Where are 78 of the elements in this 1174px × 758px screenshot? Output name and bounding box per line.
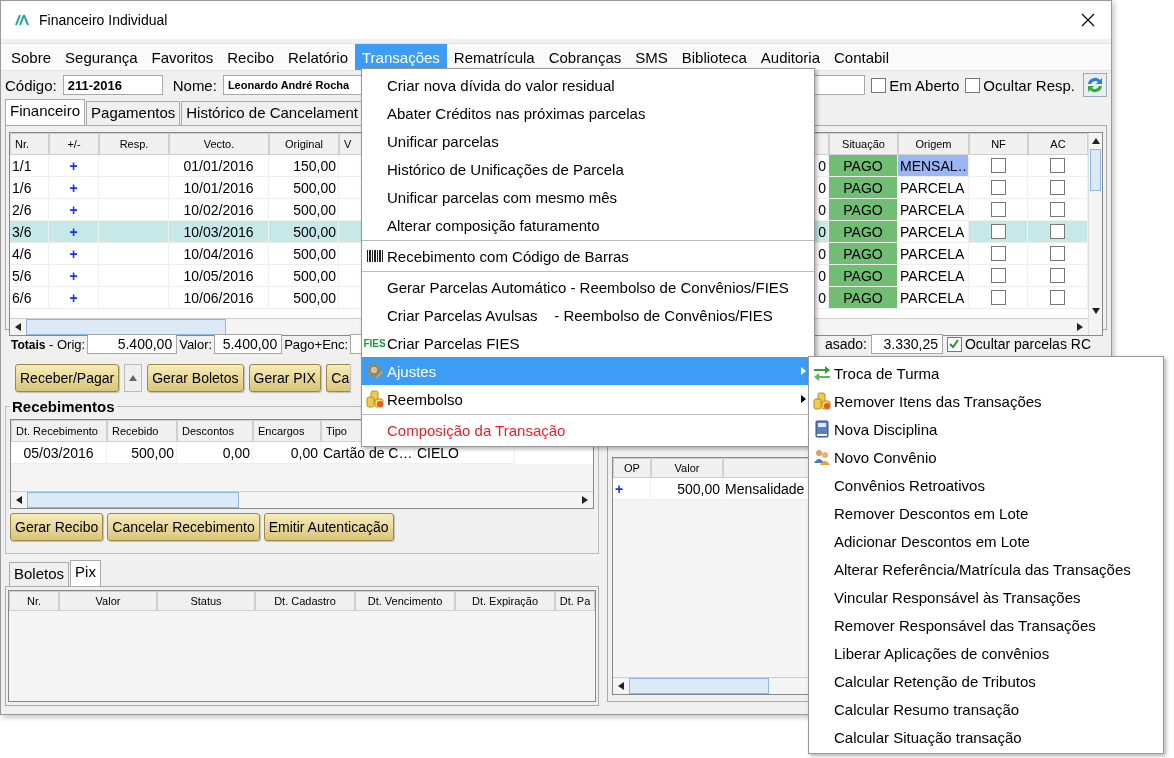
column-header: Dt. Pa <box>555 591 595 611</box>
column-header: Nr. <box>9 591 59 611</box>
column-header: Resp. <box>99 133 169 155</box>
table-cell: 500,00 <box>651 478 723 500</box>
field-label: Valor: <box>179 336 213 352</box>
plus-sign: + <box>613 478 651 500</box>
table-cell: 0,00 <box>253 442 321 464</box>
column-header: Vecto. <box>169 133 269 155</box>
status-cell: PAGO <box>829 155 898 177</box>
table-cell: 500,00 <box>269 177 339 199</box>
column-header: Valor <box>651 458 723 478</box>
table-cell: PARCELA <box>898 265 969 287</box>
table-cell: 500,00 <box>269 287 339 309</box>
status-cell: PAGO <box>829 243 898 265</box>
logo-text: FIES <box>363 337 386 349</box>
table-cell: 5/6 <box>10 265 49 287</box>
field-label: Totais - Orig: <box>11 336 86 352</box>
column-header: Encargos <box>253 420 321 442</box>
field-label: Pago+Enc: <box>284 336 349 352</box>
column-header: Dt. Cadastro <box>255 591 355 611</box>
table-cell: 10/06/2016 <box>169 287 269 309</box>
column-header: Dt. Recebimento <box>11 420 107 442</box>
column-header: Situação <box>829 133 898 155</box>
plus-sign: + <box>49 177 99 199</box>
column-header: AC <box>1028 133 1088 155</box>
table-cell: 05/03/2016 <box>11 442 107 464</box>
plus-sign: + <box>49 265 99 287</box>
table-cell: PARCELA <box>898 221 969 243</box>
checkbox-label: Ocultar Resp. <box>983 76 1075 94</box>
table-cell: 500,00 <box>107 442 177 464</box>
column-header: Valor <box>59 591 157 611</box>
column-header: OP <box>613 458 651 478</box>
status-cell: PAGO <box>829 265 898 287</box>
table-cell: 1/1 <box>10 155 49 177</box>
column-header: Descontos <box>177 420 253 442</box>
group-title: Recebimentos <box>11 398 116 415</box>
plus-sign: + <box>49 221 99 243</box>
table-cell: 1/6 <box>10 177 49 199</box>
table-cell: 500,00 <box>269 265 339 287</box>
status-cell: PAGO <box>829 221 898 243</box>
table-cell: PARCELA <box>898 177 969 199</box>
field-label: Código: <box>5 76 57 94</box>
status-cell: PAGO <box>829 199 898 221</box>
table-cell: 3/6 <box>10 221 49 243</box>
status-cell: PAGO <box>829 177 898 199</box>
column-header: Origem <box>898 133 969 155</box>
table-cell: 6/6 <box>10 287 49 309</box>
table-cell: 10/05/2016 <box>169 265 269 287</box>
checkbox-label: Ocultar parcelas RC <box>964 336 1091 352</box>
column-header: Dt. Expiração <box>455 591 555 611</box>
table-cell: 0,00 <box>177 442 253 464</box>
plus-sign: + <box>49 155 99 177</box>
table-cell: 10/03/2016 <box>169 221 269 243</box>
column-header: Nr. <box>10 133 49 155</box>
column-header: NF <box>969 133 1028 155</box>
table-cell: PARCELA <box>898 287 969 309</box>
plus-sign: + <box>49 243 99 265</box>
field-label: Nome: <box>172 76 217 94</box>
window-title: Financeiro Individual <box>39 12 169 28</box>
table-cell: 10/01/2016 <box>169 177 269 199</box>
checkbox-label: Em Aberto <box>889 76 960 94</box>
table-cell: 500,00 <box>269 221 339 243</box>
field-label: asado: <box>824 336 867 352</box>
plus-sign: + <box>49 287 99 309</box>
table-cell: 01/01/2016 <box>169 155 269 177</box>
column-header: Original <box>269 133 339 155</box>
table-cell: 4/6 <box>10 243 49 265</box>
table-cell: PARCELA <box>898 243 969 265</box>
table-cell: 10/04/2016 <box>169 243 269 265</box>
table-cell: PARCELA <box>898 199 969 221</box>
column-header: +/- <box>49 133 99 155</box>
column-header: Status <box>157 591 255 611</box>
table-cell: MENSAL… <box>898 155 969 177</box>
table-cell: 150,00 <box>269 155 339 177</box>
status-cell: PAGO <box>829 287 898 309</box>
column-header: Recebido <box>107 420 177 442</box>
table-cell: 500,00 <box>269 243 339 265</box>
column-header: Dt. Vencimento <box>355 591 455 611</box>
